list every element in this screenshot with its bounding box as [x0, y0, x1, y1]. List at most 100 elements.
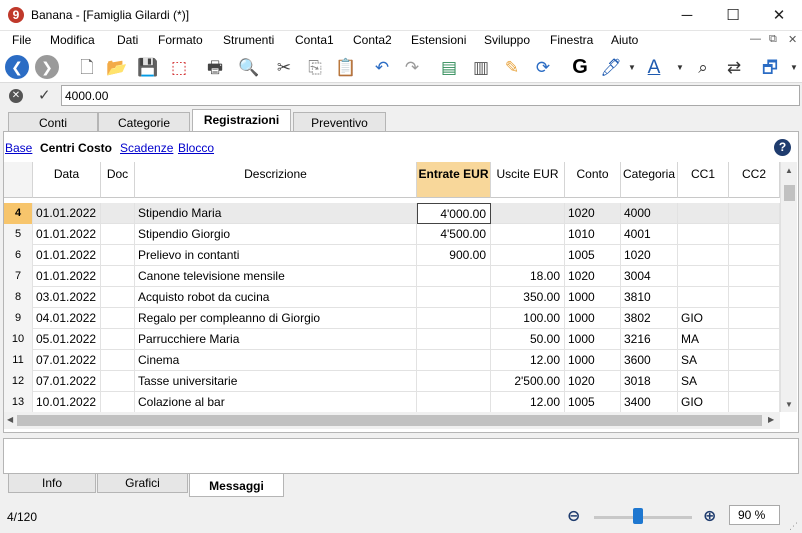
cell-entrate[interactable]: 4'500.00 [417, 224, 491, 245]
print-preview-icon[interactable]: 🔍 [236, 54, 262, 80]
cell-descrizione[interactable]: Prelievo in contanti [135, 245, 417, 266]
table-row[interactable]: 12 07.01.2022 Tasse universitarie 2'500.00 1… [4, 371, 780, 392]
cut-icon[interactable]: ✂ [271, 54, 297, 80]
cell-doc[interactable] [101, 203, 135, 224]
row-number[interactable]: 9 [4, 308, 33, 329]
cell-cc1[interactable] [678, 266, 729, 287]
bold-icon[interactable]: G [567, 54, 593, 80]
cell-cc1[interactable]: MA [678, 329, 729, 350]
cell-cc2[interactable] [729, 308, 780, 329]
column-header-cc2[interactable]: CC2 [729, 162, 780, 198]
table-row[interactable]: 13 10.01.2022 Colazione al bar 12.00 1005 340… [4, 392, 780, 412]
cell-conto[interactable]: 1005 [565, 245, 621, 266]
table-row[interactable]: 11 07.01.2022 Cinema 12.00 1000 3600 SA [4, 350, 780, 371]
cell-descrizione[interactable]: Canone televisione mensile [135, 266, 417, 287]
cell-doc[interactable] [101, 224, 135, 245]
row-number[interactable]: 4 [4, 203, 33, 224]
cell-categoria[interactable]: 1020 [621, 245, 678, 266]
forward-icon[interactable]: ❯ [35, 55, 59, 79]
cell-uscite[interactable] [491, 245, 565, 266]
scroll-down-icon[interactable]: ▼ [785, 400, 793, 409]
mdi-minimize-button[interactable]: — [750, 33, 761, 45]
column-header-entrate[interactable]: Entrate EUR [417, 162, 491, 198]
view-base-link[interactable]: Base [5, 141, 32, 155]
cell-uscite[interactable]: 350.00 [491, 287, 565, 308]
resize-grip-icon[interactable]: ⋰ [789, 521, 798, 532]
cell-cc1[interactable]: GIO [678, 392, 729, 412]
cell-conto[interactable]: 1000 [565, 350, 621, 371]
cell-descrizione[interactable]: Regalo per compleanno di Giorgio [135, 308, 417, 329]
cell-cc1[interactable]: SA [678, 350, 729, 371]
save-icon[interactable]: 💾 [135, 54, 161, 80]
cell-cc2[interactable] [729, 224, 780, 245]
row-number[interactable]: 5 [4, 224, 33, 245]
cell-descrizione[interactable]: Stipendio Giorgio [135, 224, 417, 245]
cell-cc2[interactable] [729, 371, 780, 392]
cell-conto[interactable]: 1020 [565, 266, 621, 287]
zoom-level-field[interactable]: 90 % [729, 505, 780, 525]
cell-edit-input[interactable] [61, 85, 800, 106]
cell-data[interactable]: 07.01.2022 [33, 371, 101, 392]
scroll-left-icon[interactable]: ◀ [7, 415, 13, 424]
cell-categoria[interactable]: 3802 [621, 308, 678, 329]
cell-data[interactable]: 01.01.2022 [33, 266, 101, 287]
menu-formato[interactable]: Formato [158, 33, 203, 47]
cell-cc2[interactable] [729, 203, 780, 224]
vertical-scroll-thumb[interactable] [784, 185, 795, 201]
menu-aiuto[interactable]: Aiuto [611, 33, 638, 47]
tab-messaggi[interactable]: Messaggi [189, 474, 284, 497]
view-centri-costo-link[interactable]: Centri Costo [40, 141, 112, 155]
zoom-slider-knob[interactable] [633, 508, 643, 524]
menu-modifica[interactable]: Modifica [50, 33, 95, 47]
cell-categoria[interactable]: 4001 [621, 224, 678, 245]
row-number[interactable]: 13 [4, 392, 33, 412]
print-icon[interactable]: 🖶 [202, 54, 228, 80]
menu-sviluppo[interactable]: Sviluppo [484, 33, 530, 47]
scroll-right-icon[interactable]: ▶ [768, 415, 774, 424]
cell-categoria[interactable]: 3216 [621, 329, 678, 350]
find-icon[interactable]: ⌕ [690, 54, 716, 80]
undo-icon[interactable]: ↶ [369, 54, 395, 80]
add-row-icon[interactable]: ▤ [436, 54, 462, 80]
cell-uscite[interactable]: 12.00 [491, 392, 565, 412]
cell-uscite[interactable] [491, 203, 565, 224]
cell-conto[interactable]: 1020 [565, 203, 621, 224]
highlight-icon[interactable]: 🖊 [598, 54, 624, 80]
scroll-up-icon[interactable]: ▲ [785, 166, 793, 175]
cell-cc2[interactable] [729, 329, 780, 350]
row-number[interactable]: 11 [4, 350, 33, 371]
pdf-icon[interactable]: ⬚ [166, 54, 192, 80]
table-row[interactable]: 8 03.01.2022 Acquisto robot da cucina 350.0… [4, 287, 780, 308]
font-color-icon[interactable]: A [641, 54, 667, 80]
maximize-button[interactable]: ☐ [710, 0, 756, 31]
find-replace-icon[interactable]: ⇄ [721, 54, 747, 80]
cell-entrate[interactable] [417, 329, 491, 350]
cell-categoria[interactable]: 3400 [621, 392, 678, 412]
view-scadenze-link[interactable]: Scadenze [120, 141, 173, 155]
cell-entrate[interactable] [417, 308, 491, 329]
cell-entrate[interactable] [417, 287, 491, 308]
column-header-data[interactable]: Data [33, 162, 101, 198]
cell-doc[interactable] [101, 392, 135, 412]
cell-cc2[interactable] [729, 245, 780, 266]
menu-conta2[interactable]: Conta2 [353, 33, 392, 47]
cell-doc[interactable] [101, 308, 135, 329]
cell-uscite[interactable]: 2'500.00 [491, 371, 565, 392]
view-blocco-link[interactable]: Blocco [178, 141, 214, 155]
confirm-edit-icon[interactable]: ✓ [38, 86, 51, 104]
cell-categoria[interactable]: 3600 [621, 350, 678, 371]
cell-data[interactable]: 03.01.2022 [33, 287, 101, 308]
help-icon[interactable]: ? [774, 139, 791, 156]
cell-entrate[interactable] [417, 350, 491, 371]
close-button[interactable]: ✕ [756, 0, 802, 31]
cell-entrate[interactable]: 900.00 [417, 245, 491, 266]
cell-cc2[interactable] [729, 287, 780, 308]
menu-conta1[interactable]: Conta1 [295, 33, 334, 47]
cell-uscite[interactable]: 50.00 [491, 329, 565, 350]
cell-data[interactable]: 07.01.2022 [33, 350, 101, 371]
cancel-edit-icon[interactable]: ✕ [9, 89, 23, 103]
cell-data[interactable]: 10.01.2022 [33, 392, 101, 412]
cell-entrate[interactable] [417, 371, 491, 392]
cell-descrizione[interactable]: Cinema [135, 350, 417, 371]
column-header-conto[interactable]: Conto [565, 162, 621, 198]
